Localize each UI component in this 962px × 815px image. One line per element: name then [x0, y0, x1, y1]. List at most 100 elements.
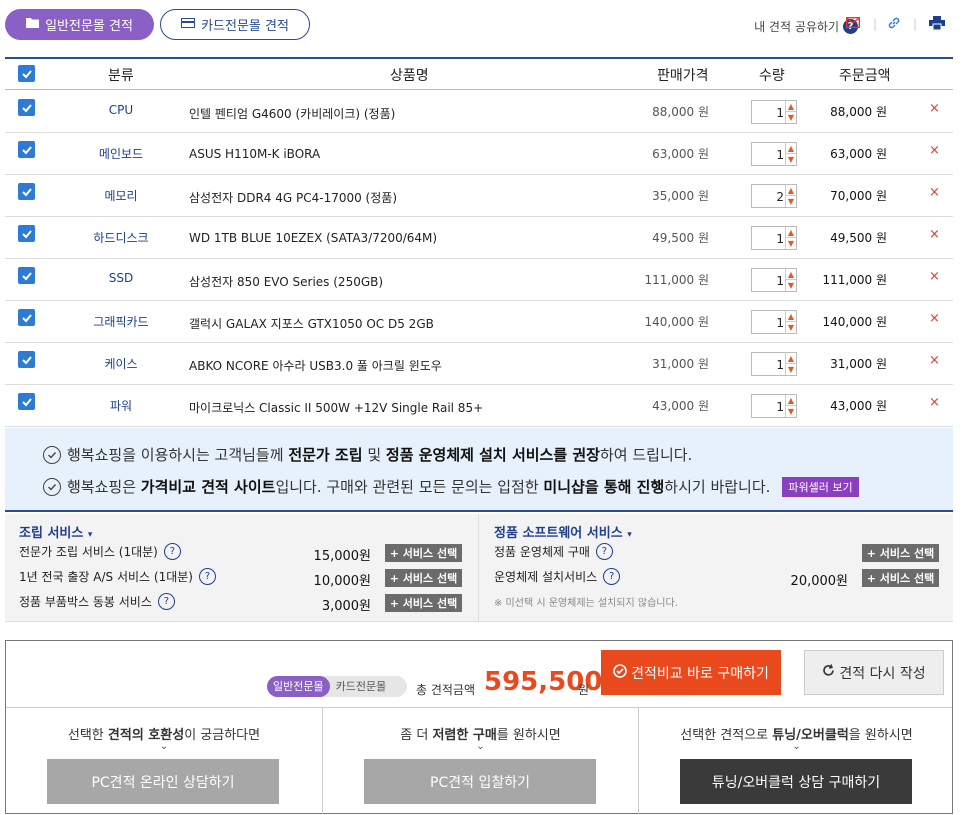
item-name[interactable]: ASUS H110M-K iBORA [189, 147, 320, 161]
item-category[interactable]: 파워 [91, 397, 151, 414]
item-category[interactable]: SSD [91, 271, 151, 285]
mail-icon[interactable] [845, 16, 861, 32]
print-icon[interactable] [929, 16, 945, 34]
item-category[interactable]: CPU [91, 103, 151, 117]
item-total: 140,000 원 [822, 315, 887, 329]
pc-bid-button[interactable]: PC견적 입찰하기 [364, 759, 596, 804]
decrement-icon[interactable]: ▼ [785, 322, 796, 333]
select-service-button[interactable]: + 서비스 선택 [862, 544, 939, 562]
increment-icon[interactable]: ▲ [785, 101, 796, 112]
rewrite-label: 견적 다시 작성 [839, 665, 926, 682]
help-icon[interactable]: ? [157, 593, 175, 610]
item-category[interactable]: 하드디스크 [91, 229, 151, 246]
remove-icon[interactable]: × [929, 101, 940, 116]
quantity-value[interactable]: 1 [776, 400, 784, 414]
increment-icon[interactable]: ▲ [785, 395, 796, 406]
item-name[interactable]: WD 1TB BLUE 10EZEX (SATA3/7200/64M) [189, 231, 437, 245]
quantity-value[interactable]: 2 [776, 190, 784, 204]
quantity-value[interactable]: 1 [776, 106, 784, 120]
table-row: 그래픽카드 갤럭시 GALAX 지포스 GTX1050 OC D5 2GB 140,… [5, 301, 953, 343]
item-name[interactable]: 갤럭시 GALAX 지포스 GTX1050 OC D5 2GB [189, 315, 434, 332]
quantity-value[interactable]: 1 [776, 148, 784, 162]
total-unit: 원 [578, 683, 590, 697]
row-checkbox[interactable] [18, 141, 35, 158]
increment-icon[interactable]: ▲ [785, 311, 796, 322]
item-name[interactable]: 삼성전자 850 EVO Series (250GB) [189, 273, 383, 290]
select-service-button[interactable]: + 서비스 선택 [385, 594, 462, 612]
share-estimate[interactable]: 내 견적 공유하기 ? [754, 18, 858, 35]
online-consult-button[interactable]: PC견적 온라인 상담하기 [47, 759, 279, 804]
quantity-stepper[interactable]: 1 ▲ ▼ [751, 142, 797, 166]
item-category[interactable]: 메인보드 [91, 145, 151, 162]
rewrite-estimate-button[interactable]: 견적 다시 작성 [804, 650, 944, 695]
notice-text: 행복쇼핑은 [67, 478, 141, 496]
help-icon[interactable]: ? [198, 568, 216, 585]
increment-icon[interactable]: ▲ [785, 227, 796, 238]
remove-icon[interactable]: × [929, 269, 940, 284]
select-service-button[interactable]: + 서비스 선택 [862, 569, 939, 587]
row-checkbox[interactable] [18, 351, 35, 368]
increment-icon[interactable]: ▲ [785, 353, 796, 364]
select-service-button[interactable]: + 서비스 선택 [385, 544, 462, 562]
decrement-icon[interactable]: ▼ [785, 280, 796, 291]
remove-icon[interactable]: × [929, 143, 940, 158]
decrement-icon[interactable]: ▼ [785, 154, 796, 165]
row-checkbox[interactable] [18, 393, 35, 410]
notice-line-1: 행복쇼핑을 이용하시는 고객님들께 전문가 조립 및 정품 운영체제 설치 서비… [43, 444, 692, 465]
notice-text: 입니다. 구매와 관련된 모든 문의는 입점한 [275, 478, 544, 496]
decrement-icon[interactable]: ▼ [785, 112, 796, 123]
decrement-icon[interactable]: ▼ [785, 238, 796, 249]
quantity-stepper[interactable]: 1 ▲ ▼ [751, 268, 797, 292]
decrement-icon[interactable]: ▼ [785, 196, 796, 207]
quantity-value[interactable]: 1 [776, 274, 784, 288]
service-label: 전문가 조립 서비스 (1대분) [19, 545, 158, 559]
remove-icon[interactable]: × [929, 353, 940, 368]
remove-icon[interactable]: × [929, 227, 940, 242]
item-name[interactable]: 삼성전자 DDR4 4G PC4-17000 (정품) [189, 189, 397, 206]
mall-type-toggle[interactable]: 일반전문몰 카드전문몰 [267, 676, 407, 697]
decrement-icon[interactable]: ▼ [785, 364, 796, 375]
increment-icon[interactable]: ▲ [785, 185, 796, 196]
quantity-stepper[interactable]: 2 ▲ ▼ [751, 184, 797, 208]
help-icon[interactable]: ? [163, 543, 181, 560]
increment-icon[interactable]: ▲ [785, 143, 796, 154]
item-category[interactable]: 메모리 [91, 187, 151, 204]
tab-card-estimate[interactable]: 카드전문몰 견적 [160, 9, 310, 40]
quantity-value[interactable]: 1 [776, 316, 784, 330]
quantity-stepper[interactable]: 1 ▲ ▼ [751, 352, 797, 376]
item-name[interactable]: ABKO NCORE 아수라 USB3.0 풀 아크릴 윈도우 [189, 357, 442, 374]
link-icon[interactable] [887, 16, 901, 34]
quantity-value[interactable]: 1 [776, 232, 784, 246]
quantity-stepper[interactable]: 1 ▲ ▼ [751, 100, 797, 124]
help-icon[interactable]: ? [603, 568, 621, 585]
quantity-value[interactable]: 1 [776, 358, 784, 372]
pill-general[interactable]: 일반전문몰 [267, 676, 330, 697]
item-name[interactable]: 마이크로닉스 Classic II 500W +12V Single Rail … [189, 399, 483, 416]
item-category[interactable]: 그래픽카드 [91, 313, 151, 330]
remove-icon[interactable]: × [929, 311, 940, 326]
decrement-icon[interactable]: ▼ [785, 406, 796, 417]
power-seller-button[interactable]: 파워셀러 보기 [782, 476, 859, 497]
quantity-stepper[interactable]: 1 ▲ ▼ [751, 394, 797, 418]
software-service-title[interactable]: 정품 소프트웨어 서비스 ▾ [494, 522, 632, 541]
tuning-consult-button[interactable]: 튜닝/오버클럭 상담 구매하기 [680, 759, 912, 804]
quantity-stepper[interactable]: 1 ▲ ▼ [751, 226, 797, 250]
pill-card[interactable]: 카드전문몰 [330, 676, 387, 697]
select-all-checkbox[interactable] [18, 65, 35, 82]
row-checkbox[interactable] [18, 309, 35, 326]
quantity-stepper[interactable]: 1 ▲ ▼ [751, 310, 797, 334]
item-category[interactable]: 케이스 [91, 355, 151, 372]
row-checkbox[interactable] [18, 183, 35, 200]
remove-icon[interactable]: × [929, 185, 940, 200]
row-checkbox[interactable] [18, 267, 35, 284]
select-service-button[interactable]: + 서비스 선택 [385, 569, 462, 587]
increment-icon[interactable]: ▲ [785, 269, 796, 280]
assembly-service-title[interactable]: 조립 서비스 ▾ [19, 522, 92, 541]
row-checkbox[interactable] [18, 99, 35, 116]
help-icon[interactable]: ? [595, 543, 613, 560]
remove-icon[interactable]: × [929, 395, 940, 410]
item-name[interactable]: 인텔 펜티엄 G4600 (카비레이크) (정품) [189, 105, 395, 122]
row-checkbox[interactable] [18, 225, 35, 242]
tab-general-estimate[interactable]: 일반전문몰 견적 [5, 9, 154, 40]
buy-now-button[interactable]: 견적비교 바로 구매하기 [601, 650, 781, 695]
